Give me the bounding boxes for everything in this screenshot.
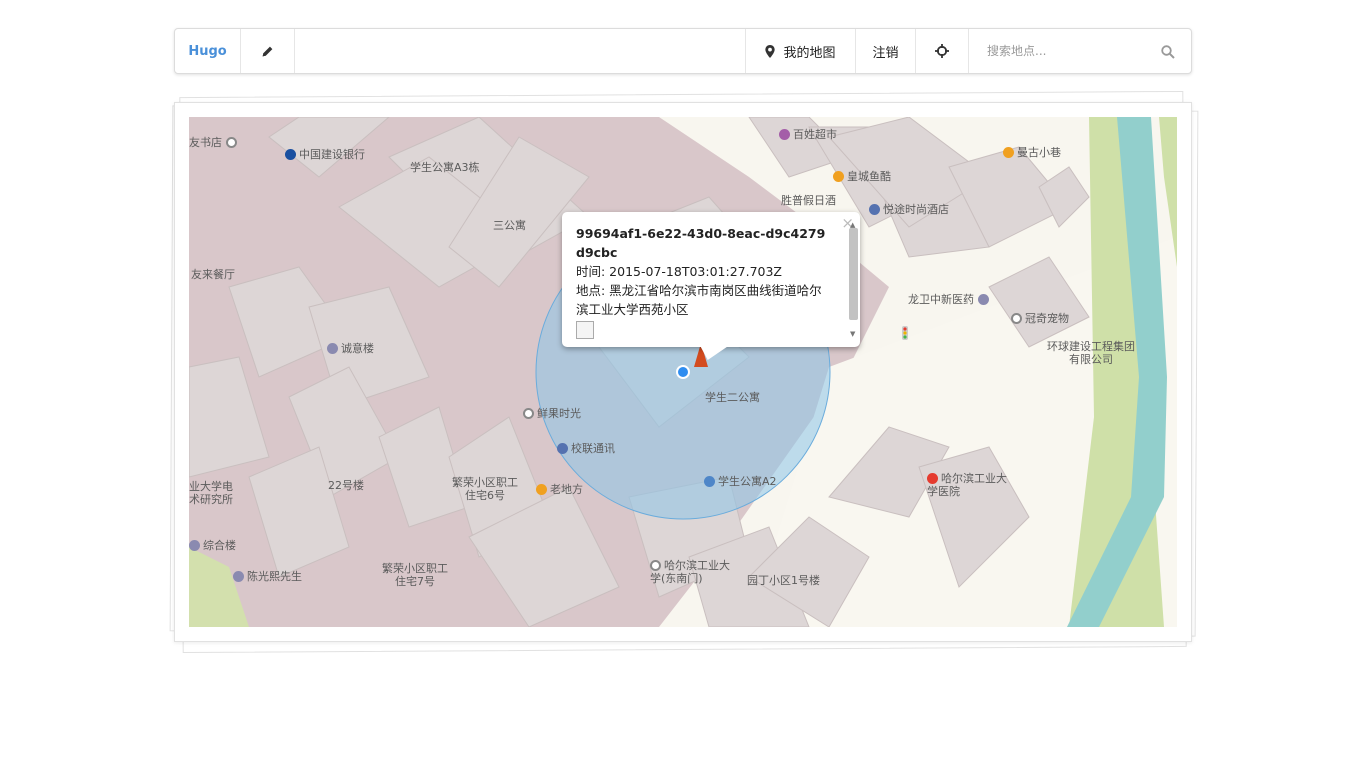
locate-button[interactable]	[915, 29, 969, 73]
poi-label[interactable]: 冠奇宠物	[1011, 312, 1069, 325]
poi-label[interactable]: 22号楼	[328, 479, 364, 492]
edit-button[interactable]	[241, 29, 295, 73]
poi-label[interactable]: 鲜果时光	[523, 407, 581, 420]
poi-label[interactable]: 校联通讯	[557, 442, 615, 455]
poi-label[interactable]: 友书店	[189, 136, 240, 149]
poi-label[interactable]: 百姓超市	[779, 128, 837, 141]
broken-image-icon	[576, 321, 594, 339]
poi-label[interactable]: 哈尔滨工业大学(东南门)	[650, 559, 740, 585]
search-box	[969, 29, 1191, 73]
top-navbar: Hugo 我的地图 注销	[174, 28, 1192, 74]
poi-label[interactable]: 老地方	[536, 483, 583, 496]
poi-label[interactable]: 学生公寓A2	[704, 475, 777, 488]
pencil-icon	[262, 46, 273, 56]
search-input[interactable]	[985, 43, 1149, 59]
poi-label[interactable]: 综合楼	[189, 539, 236, 552]
scroll-down-icon[interactable]: ▼	[850, 325, 855, 344]
my-map-button[interactable]: 我的地图	[745, 29, 855, 73]
poi-label[interactable]: 繁荣小区职工住宅6号	[451, 476, 519, 502]
brand-link[interactable]: Hugo	[175, 29, 241, 73]
poi-label[interactable]: 曼古小巷	[1003, 146, 1061, 159]
crosshairs-icon	[935, 44, 949, 58]
my-map-label: 我的地图	[783, 45, 836, 61]
poi-label[interactable]: 龙卫中新医药	[908, 293, 992, 306]
poi-label[interactable]: 三公寓	[493, 219, 526, 232]
search-icon[interactable]	[1161, 44, 1175, 63]
poi-label[interactable]: 环球建设工程集团有限公司	[1047, 340, 1135, 366]
poi-label[interactable]: 学生公寓A3栋	[410, 161, 480, 174]
poi-label[interactable]: 繁荣小区职工住宅7号	[381, 562, 449, 588]
poi-label[interactable]: 园丁小区1号楼	[747, 574, 820, 587]
popup-record-id: 99694af1-6e22-43d0-8eac-d9c4279d9cbc	[576, 226, 826, 260]
scrollbar-thumb[interactable]	[849, 228, 858, 320]
poi-label[interactable]: 友来餐厅	[191, 268, 235, 281]
poi-label[interactable]: 胜普假日酒	[781, 194, 836, 207]
map-marker-icon	[765, 44, 776, 58]
popup-scrollbar[interactable]: ▲ ▼	[848, 216, 858, 344]
poi-label[interactable]: 业大学电术研究所	[189, 480, 237, 506]
poi-label[interactable]: 中国建设银行	[285, 148, 365, 161]
poi-label[interactable]: 陈光熙先生	[233, 570, 302, 583]
popup-place: 地点: 黑龙江省哈尔滨市南岗区曲线街道哈尔滨工业大学西苑小区	[576, 283, 822, 317]
location-popup: × 99694af1-6e22-43d0-8eac-d9c4279d9cbc 时…	[562, 212, 860, 347]
popup-time: 时间: 2015-07-18T03:01:27.703Z	[576, 264, 782, 279]
poi-label[interactable]: 悦途时尚酒店	[869, 203, 949, 216]
map-view[interactable]: 友书店 中国建设银行 学生公寓A3栋 三公寓 百姓超市 皇城鱼酷 曼古小巷 胜普…	[189, 117, 1177, 627]
poi-label[interactable]: 皇城鱼酷	[833, 170, 891, 183]
map-tiles	[189, 117, 1177, 627]
logout-button[interactable]: 注销	[855, 29, 915, 73]
poi-label[interactable]: 学生二公寓	[705, 391, 760, 404]
poi-label[interactable]: 哈尔滨工业大学医院	[927, 472, 1017, 498]
poi-label[interactable]: 诚意楼	[327, 342, 374, 355]
